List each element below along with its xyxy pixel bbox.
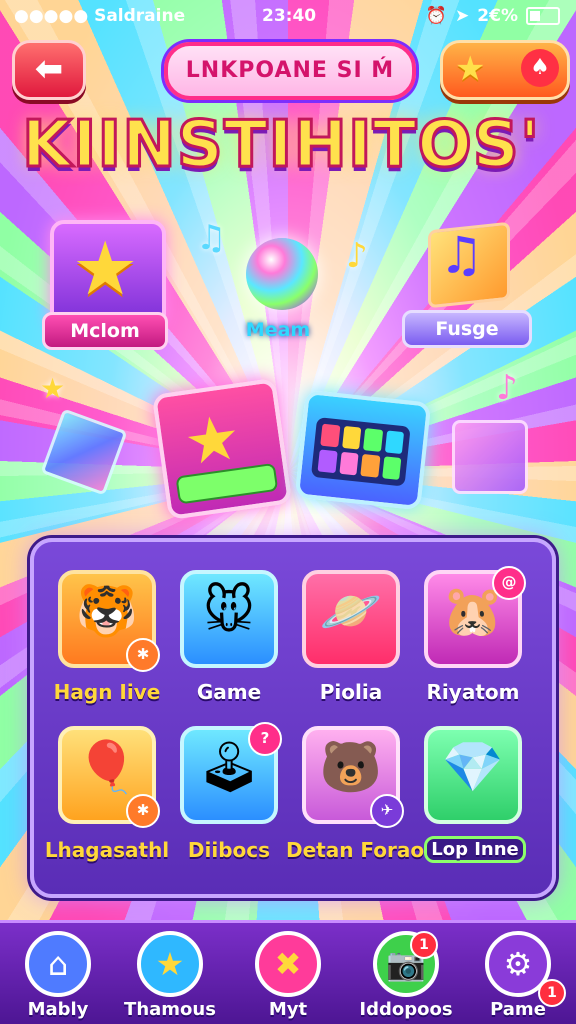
mouse-icon: 🐭 xyxy=(202,582,256,640)
nav-label: Thamous xyxy=(124,999,216,1020)
grid-label-6: Diibocs xyxy=(187,838,271,862)
feature-label-1[interactable]: Mclom xyxy=(42,312,168,350)
notification-badge-icon: @ xyxy=(492,566,526,600)
game-logo: KIINSTIHITOS' xyxy=(21,107,541,184)
badge-icon: ✱ xyxy=(126,794,160,828)
nav-label: Myt xyxy=(268,999,308,1020)
arrow-left-icon: ⬅ xyxy=(34,49,64,89)
cross-icon: ✖ xyxy=(255,931,321,997)
nav-item-camera[interactable]: 📷 1 Iddopoos xyxy=(356,931,456,1020)
battery-icon xyxy=(526,7,560,25)
music-note-icon: ♪ xyxy=(496,368,518,408)
crystal-icon: 💎 xyxy=(441,738,505,796)
gem-icon xyxy=(40,408,128,496)
grid-label-3: Piolia xyxy=(319,680,383,704)
grid-label-7: Detan Forao xyxy=(286,838,425,862)
game-screen: ●●●●● Saldraine 23:40 ⏰ ➤ 2€% ⬅ LNKPOANE… xyxy=(0,0,576,1024)
home-icon: ⌂ xyxy=(25,931,91,997)
planet-icon: 🪐 xyxy=(319,582,383,640)
question-badge-icon: ? xyxy=(248,722,282,756)
battery-percent: 2€% xyxy=(477,6,518,26)
feature-label-2[interactable]: Meam xyxy=(226,314,330,346)
gift-icon: ♠ xyxy=(521,49,559,87)
featured-game-card[interactable]: ★ xyxy=(151,377,293,521)
grid-tile-1[interactable]: 🐯 ✱ xyxy=(58,570,160,672)
star-icon: ★ xyxy=(455,49,486,89)
music-cube-icon[interactable]: ♫ xyxy=(428,221,510,309)
location-icon: ➤ xyxy=(455,6,470,26)
nav-label: Iddopoos xyxy=(359,999,453,1020)
grid-label-1: Hagn Iive xyxy=(53,680,161,704)
reward-button[interactable]: ★ ♠ xyxy=(440,40,570,100)
star-icon: ★ xyxy=(72,226,139,312)
grid-tile-5[interactable]: 🎈 ✱ xyxy=(58,726,160,828)
grid-tile-4[interactable]: 🐹 @ xyxy=(424,566,526,668)
screen-title: LNKPOANE SI Ḿ xyxy=(164,42,416,100)
tiger-icon: 🐯 xyxy=(75,582,139,640)
bear-icon: 🐻 xyxy=(319,738,383,796)
sparkle-star-icon: ★ xyxy=(40,372,66,405)
alarm-icon: ⏰ xyxy=(425,6,448,26)
badge-icon: ✱ xyxy=(126,638,160,672)
nav-item-settings[interactable]: ⚙ 1 Pame xyxy=(468,931,568,1020)
nav-item-favorites[interactable]: ★ Thamous xyxy=(120,931,220,1020)
clock: 23:40 xyxy=(262,6,317,26)
balloon-icon: 🎈 xyxy=(75,738,139,796)
keypad xyxy=(310,417,411,487)
nav-item-home[interactable]: ⌂ Mably xyxy=(8,931,108,1020)
back-button[interactable]: ⬅ xyxy=(12,40,86,100)
grid-label-5: Lhagasathl xyxy=(44,838,170,862)
box-icon xyxy=(452,420,528,494)
music-note-icon: ♫ xyxy=(196,218,227,258)
grid-label-4: Riyatom xyxy=(426,680,520,704)
status-right: ⏰ ➤ 2€% xyxy=(426,6,560,26)
bottom-nav: ⌂ Mably ★ Thamous ✖ Myt 📷 1 Iddopoos ⚙ 1… xyxy=(0,920,576,1024)
grid-tile-6[interactable]: 🕹 ? xyxy=(180,722,282,824)
grid-label-2: Game xyxy=(196,680,262,704)
grid-tile-8[interactable]: 💎 xyxy=(424,726,522,824)
music-note-icon: ♪ xyxy=(346,236,368,276)
grid-tile-7[interactable]: 🐻 ✈ xyxy=(302,726,404,828)
featured-console-card[interactable] xyxy=(294,389,432,511)
grid-tile-3[interactable]: 🪐 xyxy=(302,570,400,668)
badge-icon: ✈ xyxy=(370,794,404,828)
status-bar: ●●●●● Saldraine 23:40 ⏰ ➤ 2€% xyxy=(0,0,576,32)
grid-label-8[interactable]: Lop Inne xyxy=(424,836,526,863)
nav-item-play[interactable]: ✖ Myt xyxy=(238,931,338,1020)
music-note-icon: ♫ xyxy=(439,223,484,287)
orb-icon[interactable] xyxy=(246,238,318,310)
nav-badge: 1 xyxy=(410,931,438,959)
nav-label: Mably xyxy=(27,999,89,1020)
nav-badge: 1 xyxy=(538,979,566,1007)
feature-label-3[interactable]: Fusge xyxy=(402,310,532,348)
grid-tile-2[interactable]: 🐭 xyxy=(180,570,278,668)
carrier-label: ●●●●● Saldraine xyxy=(14,6,186,26)
star-icon: ★ xyxy=(137,931,203,997)
